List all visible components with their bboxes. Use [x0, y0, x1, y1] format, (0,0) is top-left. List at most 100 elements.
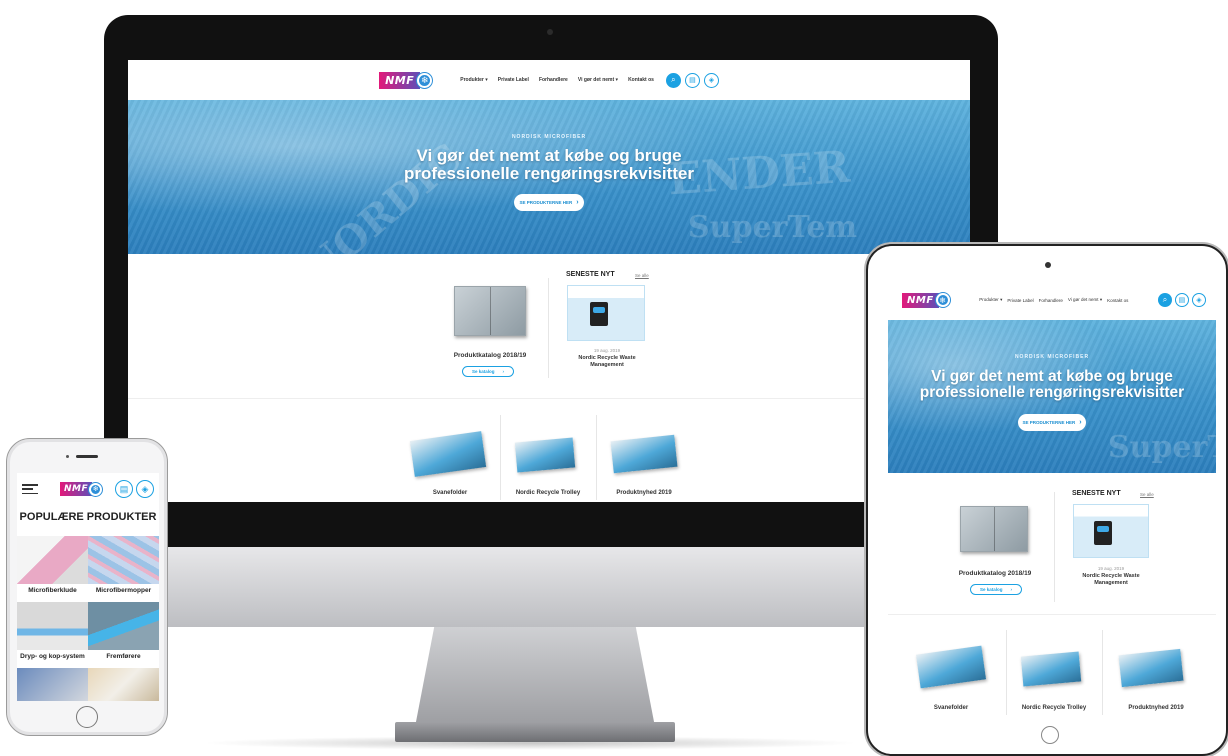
- hero-eyebrow: NORDISK MICROFIBER: [511, 134, 587, 140]
- svanefolder-image: [409, 431, 487, 477]
- search-icon[interactable]: ⌕: [1157, 293, 1172, 307]
- see-catalog-button[interactable]: Se katalog ›: [970, 584, 1022, 595]
- product-tile-dryp-og-kop-system[interactable]: Dryp- og kop-system: [17, 602, 88, 668]
- catalog-book-icon[interactable]: ▤: [1174, 293, 1189, 307]
- latest-news-title: SENESTE NYT: [566, 271, 615, 278]
- hero-cta-button[interactable]: SE PRODUKTERNE HER ›: [514, 194, 584, 211]
- product-tile-microfiberklude[interactable]: Microfiberklude: [17, 536, 88, 602]
- hero-headline-line2: professionelle rengøringsrekvisitter: [919, 384, 1185, 402]
- menu-item-produkter[interactable]: Produkter ▾: [460, 77, 488, 83]
- news-article-title[interactable]: Nordic Recycle Waste Management: [1073, 573, 1149, 586]
- hero-cta-button[interactable]: SE PRODUKTERNE HER ›: [1018, 414, 1086, 431]
- imac-screen: NMF ❄ Produkter ▾ Private Label Forhandl…: [128, 60, 970, 502]
- catalog-magazine-image: [454, 286, 526, 336]
- hero-cta-label: SE PRODUKTERNE HER: [1022, 420, 1076, 425]
- product-image: [17, 602, 88, 650]
- produktnyhed-brochure-image: [610, 434, 678, 474]
- tag-icon[interactable]: ◈: [136, 480, 154, 498]
- menu-item-produkter[interactable]: Produkter ▾: [979, 297, 1002, 303]
- imac-stand-foot: [395, 722, 675, 742]
- hero-eyebrow: NORDISK MICROFIBER: [1014, 354, 1090, 360]
- catalog-book-icon[interactable]: ▤: [684, 72, 700, 88]
- product-label: Dryp- og kop-system: [17, 653, 88, 660]
- bin-illustration: [1094, 521, 1112, 545]
- see-all-link[interactable]: Se alle: [635, 273, 649, 278]
- catalog-book-icon[interactable]: ▤: [115, 480, 133, 498]
- category-title[interactable]: Svanefolder: [904, 705, 998, 711]
- see-catalog-button[interactable]: Se katalog ›: [462, 366, 514, 377]
- category-title[interactable]: Produktnyhed 2019: [598, 490, 690, 496]
- imac-camera: [547, 29, 553, 35]
- menu-item-forhandlere[interactable]: Forhandlere: [1039, 298, 1063, 303]
- logo-text: NMF: [60, 482, 93, 496]
- svanefolder-image: [915, 645, 987, 689]
- hamburger-menu-icon[interactable]: [22, 484, 38, 494]
- category-title[interactable]: Nordic Recycle Trolley: [502, 490, 594, 496]
- snowflake-icon: ❄: [417, 72, 433, 88]
- logo-text: NMF: [379, 71, 421, 89]
- menu-item-kontakt-os[interactable]: Kontakt os: [1107, 298, 1128, 303]
- product-label: Fremførere: [88, 653, 159, 660]
- iphone-screen: NMF ❄ ▤ ◈ POPULÆRE PRODUKTER Microfiberk…: [17, 473, 159, 701]
- nmf-logo[interactable]: NMF ❄: [902, 292, 950, 308]
- mobile-navbar: NMF ❄ ▤ ◈: [17, 473, 159, 505]
- hero-headline: Vi gør det nemt at købe og bruge profess…: [128, 147, 970, 183]
- hero-headline-line2: professionelle rengøringsrekvisitter: [403, 163, 695, 183]
- menu-item-private-label[interactable]: Private Label: [1007, 298, 1033, 303]
- category-divider: [500, 415, 501, 500]
- hero-cta-label: SE PRODUKTERNE HER: [519, 200, 573, 205]
- desktop-site: NMF ❄ Produkter ▾ Private Label Forhandl…: [128, 60, 970, 502]
- iphone-speaker: [76, 455, 98, 458]
- iphone-home-button[interactable]: [76, 706, 98, 728]
- catalog-magazine-image: [960, 506, 1028, 552]
- product-tile-fremforere[interactable]: Fremførere: [88, 602, 159, 668]
- produktnyhed-brochure-image: [1118, 648, 1184, 688]
- ipad-screen: NMF ❄ Produkter ▾ Private Label Forhandl…: [888, 280, 1216, 718]
- search-icon[interactable]: ⌕: [665, 72, 681, 88]
- tag-icon[interactable]: ◈: [703, 72, 719, 88]
- section-divider: [888, 614, 1216, 615]
- menu-item-private-label[interactable]: Private Label: [498, 77, 529, 83]
- imac-stand-neck: [415, 627, 655, 727]
- desktop-main-menu: Produkter ▾ Private Label Forhandlere Vi…: [460, 77, 654, 83]
- catalog-title: Produktkatalog 2018/19: [958, 570, 1032, 577]
- product-label: Microfibermopper: [88, 587, 159, 594]
- chevron-right-icon: ›: [1010, 587, 1013, 592]
- category-divider: [1006, 630, 1007, 715]
- hero-watermark-3: SuperTem: [1108, 430, 1216, 465]
- content-divider: [548, 278, 549, 378]
- product-label: Microfiberklude: [17, 587, 88, 594]
- nmf-logo[interactable]: NMF ❄: [60, 482, 103, 496]
- ipad-home-button[interactable]: [1041, 726, 1059, 744]
- ipad-camera: [1045, 262, 1051, 268]
- news-poster-image: [1073, 504, 1149, 558]
- section-divider: [128, 398, 970, 399]
- product-image: [17, 536, 88, 584]
- bin-illustration: [590, 302, 608, 326]
- iphone-camera: [66, 455, 69, 458]
- news-article-title[interactable]: Nordic Recycle Waste Management: [568, 355, 646, 368]
- see-catalog-label: Se katalog: [471, 369, 495, 374]
- nmf-logo[interactable]: NMF ❄: [379, 71, 433, 89]
- imac-chin: [104, 547, 998, 627]
- menu-item-forhandlere[interactable]: Forhandlere: [539, 77, 568, 83]
- product-tile-partial-left[interactable]: [17, 668, 88, 701]
- product-image: [17, 668, 88, 701]
- see-catalog-label: Se katalog: [979, 587, 1003, 592]
- category-title[interactable]: Nordic Recycle Trolley: [1006, 705, 1102, 711]
- menu-item-vi-gor-det-nemt[interactable]: Vi gør det nemt ▾: [1068, 297, 1102, 303]
- news-date: 19 aug. 2019: [593, 348, 621, 353]
- see-all-link[interactable]: Se alle: [1140, 492, 1154, 497]
- chevron-right-icon: ›: [576, 199, 579, 206]
- latest-news-title: SENESTE NYT: [1072, 490, 1121, 497]
- product-tile-partial-right[interactable]: [88, 668, 159, 701]
- category-title[interactable]: Svanefolder: [403, 490, 497, 496]
- menu-item-kontakt-os[interactable]: Kontakt os: [628, 77, 654, 83]
- content-divider: [1054, 492, 1055, 602]
- chevron-right-icon: ›: [1079, 419, 1082, 426]
- tag-icon[interactable]: ◈: [1191, 293, 1206, 307]
- category-title[interactable]: Produktnyhed 2019: [1104, 705, 1208, 711]
- mobile-nav-actions: ▤ ◈: [115, 480, 154, 498]
- product-tile-microfibermopper[interactable]: Microfibermopper: [88, 536, 159, 602]
- menu-item-vi-gor-det-nemt[interactable]: Vi gør det nemt ▾: [578, 77, 618, 83]
